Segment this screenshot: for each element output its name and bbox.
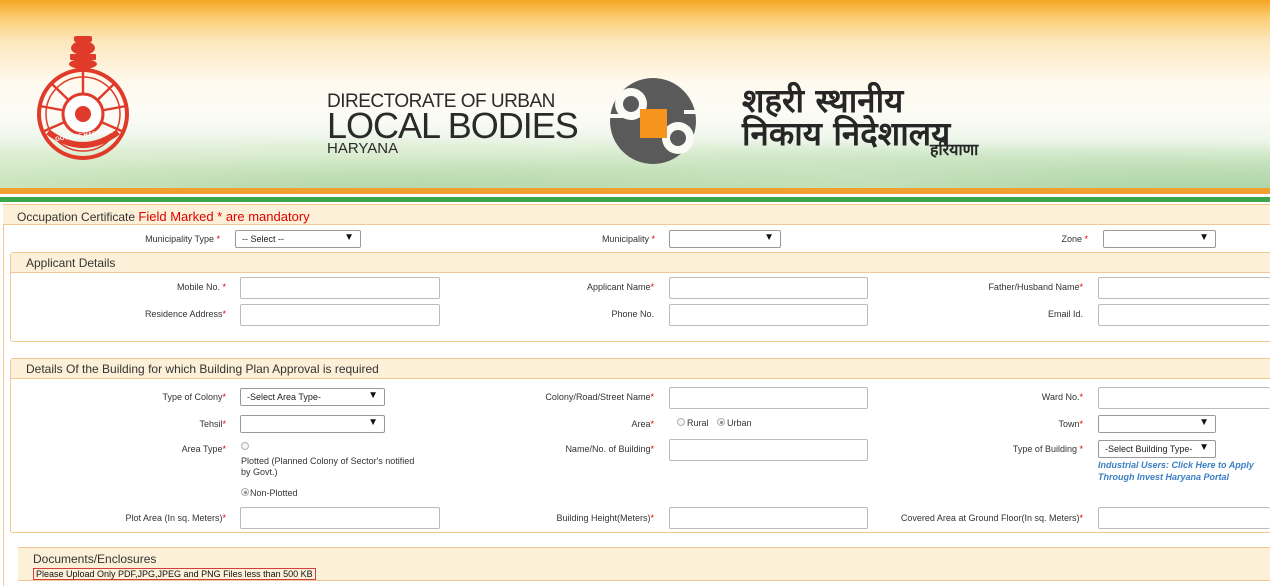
plot-area-input[interactable] [240, 507, 440, 529]
area-type-non-plotted-label: Non-Plotted [250, 488, 298, 498]
area-rural-radio[interactable] [677, 418, 685, 426]
ward-no-input[interactable] [1098, 387, 1270, 409]
covered-area-label: Covered Area at Ground Floor(In sq. Mete… [900, 513, 1083, 523]
type-of-colony-label: Type of Colony* [162, 392, 226, 402]
type-of-building-select[interactable]: -Select Building Type- ▼ [1098, 440, 1216, 458]
chevron-down-icon: ▼ [1197, 442, 1209, 453]
town-label: Town* [1058, 419, 1083, 429]
documents-heading: Documents/Enclosures [33, 552, 157, 566]
building-name-input[interactable] [669, 439, 868, 461]
phone-label: Phone No. [611, 309, 654, 319]
upload-note: Please Upload Only PDF,JPG,JPEG and PNG … [33, 568, 316, 580]
plot-area-label: Plot Area (In sq. Meters)* [125, 513, 226, 523]
chevron-down-icon: ▼ [344, 232, 354, 243]
email-input[interactable] [1098, 304, 1270, 326]
type-of-colony-select[interactable]: -Select Area Type- ▼ [240, 388, 385, 406]
ward-no-label: Ward No.* [1041, 392, 1083, 402]
banner-stripe-green [0, 197, 1270, 202]
title-line-2: LOCAL BODIES [327, 105, 579, 146]
area-type-non-plotted-radio[interactable] [241, 488, 249, 496]
area-urban-label: Urban [727, 418, 752, 428]
zone-label: Zone * [1061, 234, 1088, 244]
mobile-label: Mobile No. * [176, 282, 226, 292]
email-label: Email Id. [1047, 309, 1083, 319]
municipality-select[interactable]: ▼ [669, 230, 781, 248]
building-name-label: Name/No. of Building* [565, 444, 654, 454]
chevron-down-icon: ▼ [368, 390, 378, 401]
hindi-title-line-3: हरियाणा [930, 140, 979, 159]
area-rural-label: Rural [687, 418, 709, 428]
municipality-type-label: Municipality Type * [145, 234, 220, 244]
building-height-input[interactable] [669, 507, 868, 529]
municipality-type-select[interactable]: -- Select -- ▼ [235, 230, 361, 248]
area-type-label: Area Type* [181, 444, 226, 454]
chevron-down-icon: ▼ [1199, 417, 1209, 428]
colony-road-street-label: Colony/Road/Street Name* [545, 392, 654, 402]
covered-area-input[interactable] [1098, 507, 1270, 529]
phone-input[interactable] [669, 304, 868, 326]
directorate-title-english: DIRECTORATE OF URBAN LOCAL BODIES HARYAN… [327, 92, 579, 157]
colony-road-street-input[interactable] [669, 387, 868, 409]
ulb-logo [594, 78, 712, 164]
area-type-plotted-radio[interactable] [241, 442, 249, 450]
haryana-emblem-logo [37, 36, 129, 160]
zone-select[interactable]: ▼ [1103, 230, 1216, 248]
directorate-title-hindi: शहरी स्थानीय निकाय निदेशालय हरियाणा [742, 81, 978, 160]
area-urban-radio[interactable] [717, 418, 725, 426]
building-details-heading: Details Of the Building for which Buildi… [11, 359, 1270, 379]
residence-address-input[interactable] [240, 304, 440, 326]
hindi-title-line-2: निकाय निदेशालय [742, 114, 951, 153]
municipality-label: Municipality * [601, 234, 655, 244]
mobile-input[interactable] [240, 277, 440, 299]
applicant-details-panel: Applicant Details [10, 252, 1270, 342]
area-type-plotted-label: Plotted (Planned Colony of Sector's noti… [241, 456, 415, 477]
form-title-bar: Occupation Certificate Field Marked * ar… [3, 204, 1270, 225]
mandatory-note: Field Marked * are mandatory [138, 209, 310, 224]
invest-haryana-link[interactable]: Industrial Users: Click Here to Apply Th… [1098, 459, 1254, 483]
chevron-down-icon: ▼ [1199, 232, 1209, 243]
residence-address-label: Residence Address* [144, 309, 226, 319]
chevron-down-icon: ▼ [764, 232, 774, 243]
hindi-title-line-1: शहरी स्थानीय [742, 81, 904, 120]
applicant-name-label: Applicant Name* [586, 282, 654, 292]
building-height-label: Building Height(Meters)* [556, 513, 654, 523]
chevron-down-icon: ▼ [368, 417, 378, 428]
area-label: Area* [631, 419, 654, 429]
town-select[interactable]: ▼ [1098, 415, 1216, 433]
applicant-name-input[interactable] [669, 277, 868, 299]
father-husband-name-input[interactable] [1098, 277, 1270, 299]
father-husband-name-label: Father/Husband Name* [988, 282, 1083, 292]
form-title: Occupation Certificate [17, 210, 136, 224]
tehsil-label: Tehsil* [199, 419, 226, 429]
tehsil-select[interactable]: ▼ [240, 415, 385, 433]
documents-panel: Documents/Enclosures Please Upload Only … [18, 547, 1270, 581]
applicant-details-heading: Applicant Details [11, 253, 1270, 273]
type-of-building-label: Type of Building * [1012, 444, 1083, 454]
